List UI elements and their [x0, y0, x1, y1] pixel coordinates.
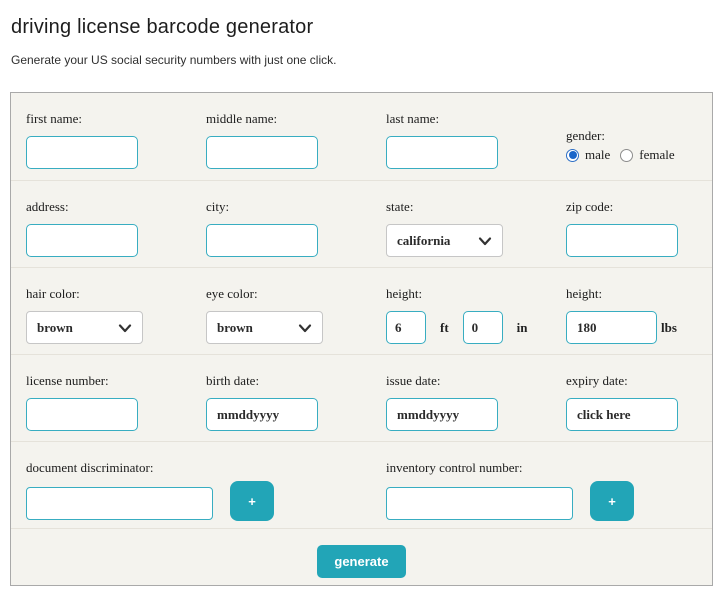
- zip-code-input[interactable]: [566, 224, 678, 257]
- expiry-date-input[interactable]: [566, 398, 678, 431]
- last-name-input[interactable]: [386, 136, 498, 169]
- address-field: address:: [26, 199, 206, 267]
- state-field: state: california: [386, 199, 566, 267]
- gender-female-label[interactable]: female: [639, 147, 674, 163]
- height-ft-in-field: height: ft in: [386, 286, 566, 354]
- document-discriminator-label: document discriminator:: [26, 460, 154, 475]
- form-row-names: first name: middle name: last name: gend…: [11, 93, 712, 180]
- hair-color-select[interactable]: brown: [26, 311, 143, 344]
- license-number-field: license number:: [26, 373, 206, 441]
- issue-date-label: issue date:: [386, 373, 441, 388]
- first-name-label: first name:: [26, 111, 82, 126]
- generator-form-panel: first name: middle name: last name: gend…: [10, 92, 713, 586]
- zip-code-label: zip code:: [566, 199, 614, 214]
- address-label: address:: [26, 199, 69, 214]
- gender-label: gender:: [566, 128, 605, 143]
- middle-name-input[interactable]: [206, 136, 318, 169]
- issue-date-field: issue date:: [386, 373, 566, 441]
- gender-male-radio[interactable]: [566, 148, 579, 162]
- page-title: driving license barcode generator: [11, 16, 314, 38]
- inventory-control-number-label: inventory control number:: [386, 460, 523, 475]
- issue-date-input[interactable]: [386, 398, 498, 431]
- height-ft-in-label: height:: [386, 286, 423, 301]
- page-subtitle: Generate your US social security numbers…: [11, 53, 337, 67]
- height-in-input[interactable]: [462, 311, 503, 344]
- expiry-date-field: expiry date:: [566, 373, 727, 441]
- eye-color-label: eye color:: [206, 286, 258, 301]
- chevron-down-icon: [478, 236, 492, 245]
- birth-date-field: birth date:: [206, 373, 386, 441]
- last-name-label: last name:: [386, 111, 440, 126]
- license-number-label: license number:: [26, 373, 109, 388]
- document-discriminator-input[interactable]: [26, 486, 213, 520]
- inventory-control-number-field: inventory control number: +: [386, 460, 727, 528]
- first-name-input[interactable]: [26, 136, 138, 169]
- last-name-field: last name:: [386, 111, 566, 180]
- middle-name-label: middle name:: [206, 111, 278, 126]
- form-row-generate: generate: [11, 528, 712, 594]
- birth-date-input[interactable]: [206, 398, 318, 431]
- state-select[interactable]: california: [386, 224, 503, 257]
- middle-name-field: middle name:: [206, 111, 386, 180]
- driving-license-generator-page: driving license barcode generator Genera…: [0, 0, 727, 611]
- document-discriminator-field: document discriminator: +: [26, 460, 386, 528]
- first-name-field: first name:: [26, 111, 206, 180]
- height-lbs-field: height: lbs: [566, 286, 727, 354]
- height-ft-unit: ft: [440, 319, 449, 335]
- gender-field: gender: male female: [566, 111, 727, 180]
- height-in-unit: in: [516, 319, 528, 335]
- eye-color-select-value: brown: [217, 319, 253, 335]
- city-label: city:: [206, 199, 230, 214]
- inventory-control-number-add-button[interactable]: +: [590, 481, 634, 521]
- eye-color-field: eye color: brown: [206, 286, 386, 354]
- city-input[interactable]: [206, 224, 318, 257]
- gender-male-label[interactable]: male: [585, 147, 610, 163]
- weight-lbs-unit: lbs: [661, 319, 677, 335]
- state-label: state:: [386, 199, 414, 214]
- city-field: city:: [206, 199, 386, 267]
- generate-button[interactable]: generate: [317, 545, 406, 578]
- form-row-numbers: document discriminator: + inventory cont…: [11, 441, 712, 528]
- inventory-control-number-input[interactable]: [386, 486, 573, 520]
- eye-color-select[interactable]: brown: [206, 311, 323, 344]
- height-ft-input[interactable]: [386, 311, 426, 344]
- expiry-date-label: expiry date:: [566, 373, 628, 388]
- hair-color-field: hair color: brown: [26, 286, 206, 354]
- chevron-down-icon: [298, 323, 312, 332]
- form-row-physical: hair color: brown eye color: brown heigh…: [11, 267, 712, 354]
- document-discriminator-add-button[interactable]: +: [230, 481, 274, 521]
- form-row-address: address: city: state: california zip cod…: [11, 180, 712, 267]
- form-row-dates: license number: birth date: issue date: …: [11, 354, 712, 441]
- gender-female-radio[interactable]: [620, 148, 634, 162]
- weight-lbs-input[interactable]: [566, 311, 657, 344]
- address-input[interactable]: [26, 224, 138, 257]
- hair-color-label: hair color:: [26, 286, 80, 301]
- state-select-value: california: [397, 232, 451, 248]
- chevron-down-icon: [118, 323, 132, 332]
- zip-code-field: zip code:: [566, 199, 727, 267]
- birth-date-label: birth date:: [206, 373, 260, 388]
- hair-color-select-value: brown: [37, 319, 73, 335]
- height-lbs-label: height:: [566, 286, 603, 301]
- license-number-input[interactable]: [26, 398, 138, 431]
